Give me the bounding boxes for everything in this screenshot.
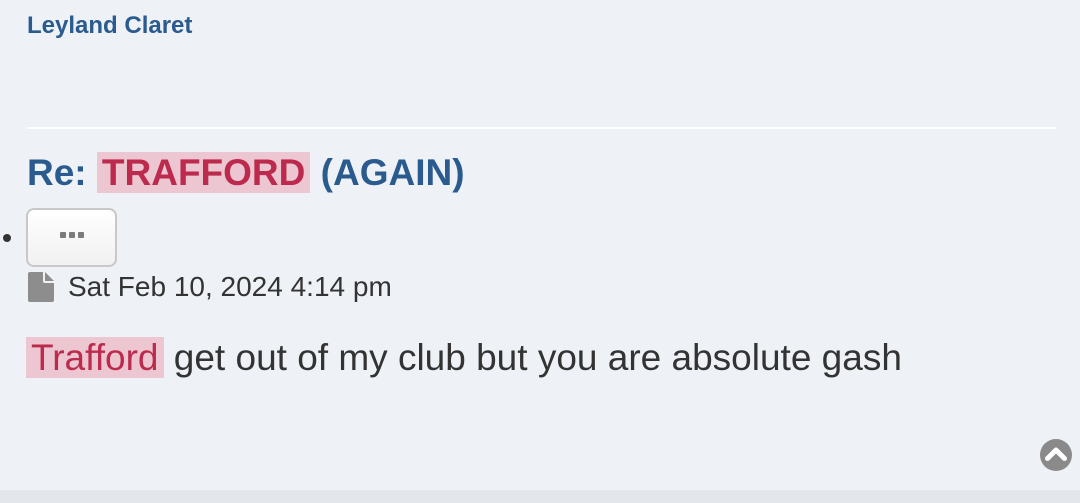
back-to-top-icon[interactable] (1039, 438, 1073, 472)
title-suffix: (AGAIN) (310, 152, 465, 193)
content-highlight: Trafford (26, 337, 164, 378)
ellipsis-icon (59, 231, 84, 238)
file-icon[interactable] (28, 272, 54, 302)
more-options-button[interactable] (26, 208, 117, 267)
page-bottom-edge (0, 490, 1080, 503)
post-date: Sat Feb 10, 2024 4:14 pm (28, 270, 392, 304)
title-prefix: Re: (27, 152, 97, 193)
divider (27, 127, 1056, 129)
post-title[interactable]: Re: TRAFFORD (AGAIN) (27, 149, 465, 197)
content-text: get out of my club but you are absolute … (163, 337, 902, 378)
post-container: Leyland Claret Re: TRAFFORD (AGAIN) Sat … (0, 0, 1080, 490)
title-highlight: TRAFFORD (96, 152, 311, 193)
list-bullet (3, 234, 11, 242)
author-link[interactable]: Leyland Claret (27, 12, 192, 40)
post-content: Trafford get out of my club but you are … (26, 334, 902, 382)
post-date-text: Sat Feb 10, 2024 4:14 pm (68, 271, 392, 302)
